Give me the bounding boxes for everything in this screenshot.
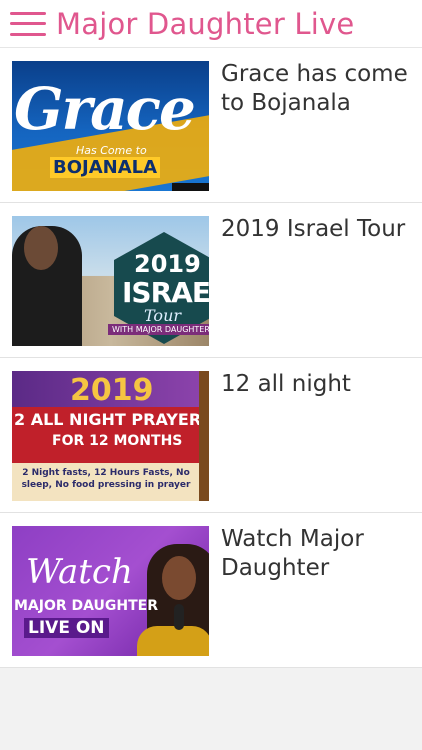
empty-footer-area (0, 668, 422, 750)
video-title[interactable]: 2019 Israel Tour (221, 215, 417, 244)
video-thumbnail[interactable]: Grace Has Come to BOJANALA (12, 61, 209, 191)
thumbnail-text: Watch (26, 552, 133, 592)
thumbnail-text: 2 Night fasts, 12 Hours Fasts, No sleep,… (21, 468, 191, 490)
video-item[interactable]: 2019 2 ALL NIGHT PRAYERS FOR 12 MONTHS 2… (0, 358, 422, 513)
thumbnail-text: 2019 (134, 250, 201, 278)
menu-line (10, 22, 46, 25)
video-title[interactable]: 12 all night (221, 370, 417, 399)
video-thumbnail[interactable]: 2019 ISRAEL Tour WITH MAJOR DAUGHTER (12, 216, 209, 346)
video-item[interactable]: Grace Has Come to BOJANALA Grace has com… (0, 48, 422, 203)
thumbnail-text: BOJANALA (50, 157, 161, 178)
video-list: Grace Has Come to BOJANALA Grace has com… (0, 48, 422, 668)
thumbnail-face (24, 226, 58, 270)
thumbnail-text: 2019 (70, 373, 154, 408)
microphone-icon (174, 604, 184, 630)
thumbnail-text: WITH MAJOR DAUGHTER (108, 324, 209, 335)
thumbnail-text: MAJOR DAUGHTER (14, 598, 159, 614)
thumbnail-text: FOR 12 MONTHS (52, 433, 183, 449)
thumbnail-text: ISRAEL (122, 276, 209, 309)
video-item[interactable]: Watch MAJOR DAUGHTER LIVE ON Watch Major… (0, 513, 422, 668)
app-bar: Major Daughter Live (0, 0, 422, 48)
hamburger-menu-icon[interactable] (10, 11, 46, 36)
video-thumbnail[interactable]: 2019 2 ALL NIGHT PRAYERS FOR 12 MONTHS 2… (12, 371, 209, 501)
thumbnail-text: 2 ALL NIGHT PRAYERS (14, 410, 209, 429)
video-thumbnail[interactable]: Watch MAJOR DAUGHTER LIVE ON (12, 526, 209, 656)
menu-line (10, 11, 46, 15)
video-title[interactable]: Watch Major Daughter (221, 525, 417, 583)
thumbnail-text: Has Come to (76, 144, 147, 157)
thumbnail-face (162, 556, 196, 600)
app-title: Major Daughter Live (56, 6, 355, 41)
thumbnail-bar (199, 371, 209, 501)
menu-line (10, 32, 46, 36)
thumbnail-strip (172, 183, 209, 191)
video-title[interactable]: Grace has come to Bojanala (221, 60, 417, 118)
thumbnail-shirt (137, 626, 209, 656)
thumbnail-text: LIVE ON (24, 618, 109, 638)
thumbnail-text: Tour (144, 306, 182, 325)
thumbnail-text: Grace (14, 75, 196, 143)
video-item[interactable]: 2019 ISRAEL Tour WITH MAJOR DAUGHTER 201… (0, 203, 422, 358)
